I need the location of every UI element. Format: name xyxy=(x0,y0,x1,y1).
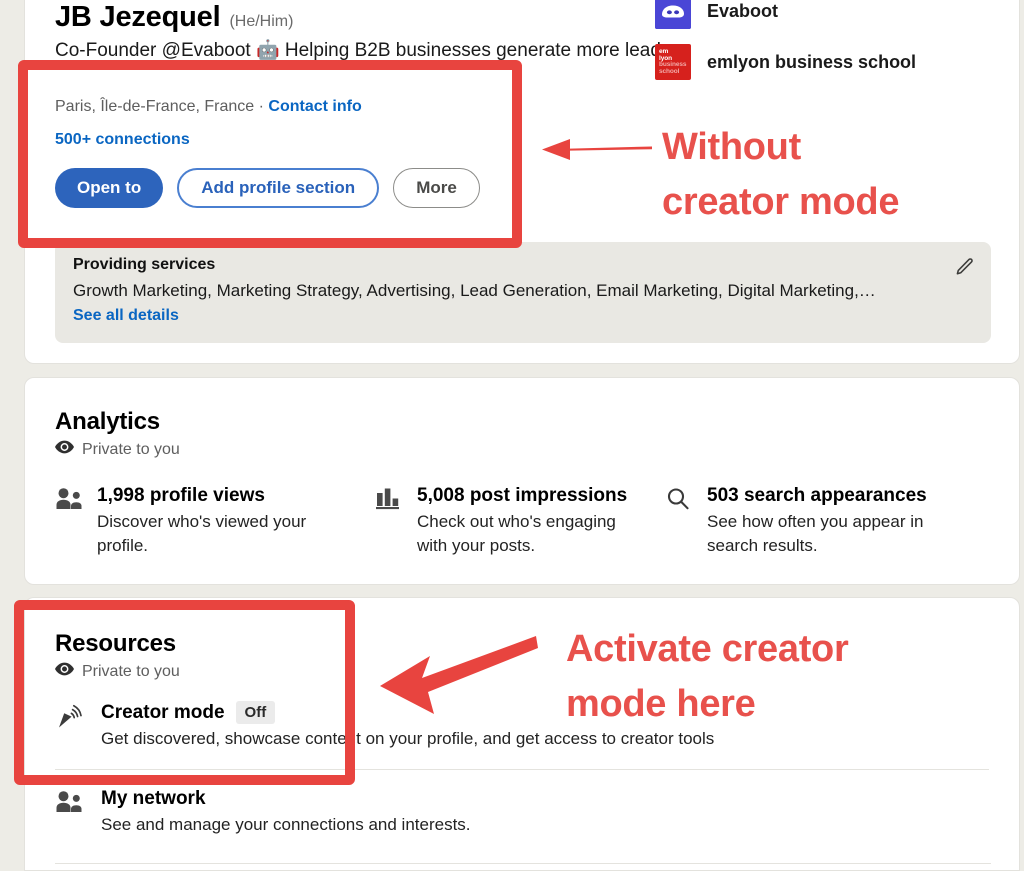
eye-icon xyxy=(55,440,74,459)
analytics-privacy-row: Private to you xyxy=(55,440,989,459)
annotation-label-without-creator-mode: Without creator mode xyxy=(662,120,899,230)
emlyon-logo-text: em lyon business school xyxy=(659,48,686,75)
people-icon xyxy=(55,790,85,818)
analytics-stats-row: 1,998 profile views Discover who's viewe… xyxy=(55,485,989,558)
stat-profile-views[interactable]: 1,998 profile views Discover who's viewe… xyxy=(55,485,375,558)
stat-text-block: 1,998 profile views Discover who's viewe… xyxy=(97,485,329,558)
emlyon-logo: em lyon business school xyxy=(655,44,691,80)
linkedin-profile-page: JB Jezequel (He/Him) Co-Founder @Evaboot… xyxy=(0,0,1024,871)
profile-pronouns: (He/Him) xyxy=(229,13,294,30)
emlyon-line-4: school xyxy=(659,67,680,75)
see-all-details-link[interactable]: See all details xyxy=(73,307,973,325)
stat-description: Check out who's engaging with your posts… xyxy=(417,512,616,555)
connections-count-link[interactable]: 500+ connections xyxy=(55,131,190,149)
profile-headline: Co-Founder @Evaboot 🤖 Helping B2B busine… xyxy=(55,40,671,61)
stat-headline: 503 search appearances xyxy=(707,485,927,506)
annotation-line-1: Activate creator xyxy=(566,628,849,670)
resource-head: My network xyxy=(101,788,471,810)
annotation-line-1: Without xyxy=(662,126,801,168)
contact-info-link[interactable]: Contact info xyxy=(268,98,361,115)
broadcast-icon xyxy=(55,703,85,731)
analytics-title: Analytics xyxy=(55,408,160,435)
annotation-line-2: creator mode xyxy=(662,181,900,223)
evaboot-logo xyxy=(655,0,691,29)
profile-location-row: Paris, Île-de-France, France · Contact i… xyxy=(55,98,362,116)
annotation-line-2: mode here xyxy=(566,683,756,725)
resource-item-my-network[interactable]: My network See and manage your connectio… xyxy=(55,770,989,855)
profile-action-buttons: Open to Add profile section More xyxy=(55,168,480,208)
my-network-title: My network xyxy=(101,788,206,809)
resources-privacy-label: Private to you xyxy=(82,662,180,680)
providing-services-list: Growth Marketing, Marketing Strategy, Ad… xyxy=(73,281,876,300)
stat-description: See how often you appear in search resul… xyxy=(707,512,924,555)
providing-services-title: Providing services xyxy=(73,256,216,273)
providing-services-band[interactable]: Providing services Growth Marketing, Mar… xyxy=(55,242,991,343)
more-button[interactable]: More xyxy=(393,168,480,208)
profile-name-row: JB Jezequel (He/Him) xyxy=(55,1,293,34)
company-rail: Evaboot em lyon business school emlyon b… xyxy=(655,0,975,95)
stat-headline: 5,008 post impressions xyxy=(417,485,628,506)
people-icon xyxy=(55,487,83,511)
eye-icon xyxy=(55,662,74,681)
stat-description: Discover who's viewed your profile. xyxy=(97,512,307,555)
stat-search-appearances[interactable]: 503 search appearances See how often you… xyxy=(665,485,985,558)
location-separator: · xyxy=(254,98,269,115)
add-profile-section-button[interactable]: Add profile section xyxy=(177,168,380,208)
creator-mode-title: Creator mode xyxy=(101,701,225,723)
annotation-label-activate-creator-mode: Activate creator mode here xyxy=(566,622,946,732)
bottom-divider xyxy=(55,863,991,864)
company-name-emlyon: emlyon business school xyxy=(707,51,917,72)
page-title: JB Jezequel xyxy=(55,1,221,33)
analytics-inner: Analytics Private to you 1,998 profile v… xyxy=(25,378,1019,558)
pencil-icon[interactable] xyxy=(953,256,975,278)
profile-location: Paris, Île-de-France, France xyxy=(55,98,255,115)
open-to-button[interactable]: Open to xyxy=(55,168,164,208)
analytics-card: Analytics Private to you 1,998 profile v… xyxy=(24,377,1020,585)
search-icon xyxy=(665,487,693,511)
company-row-emlyon[interactable]: em lyon business school emlyon business … xyxy=(655,44,975,80)
my-network-description: See and manage your connections and inte… xyxy=(101,815,471,834)
resource-text-block: My network See and manage your connectio… xyxy=(101,788,471,837)
stat-post-impressions[interactable]: 5,008 post impressions Check out who's e… xyxy=(375,485,665,558)
bar-chart-icon xyxy=(375,487,403,511)
company-row-evaboot[interactable]: Evaboot xyxy=(655,0,975,29)
stat-text-block: 5,008 post impressions Check out who's e… xyxy=(417,485,649,558)
stat-text-block: 503 search appearances See how often you… xyxy=(707,485,939,558)
analytics-privacy-label: Private to you xyxy=(82,440,180,458)
stat-headline: 1,998 profile views xyxy=(97,485,265,506)
status-badge: Off xyxy=(235,701,276,724)
company-name-evaboot: Evaboot xyxy=(707,0,779,21)
